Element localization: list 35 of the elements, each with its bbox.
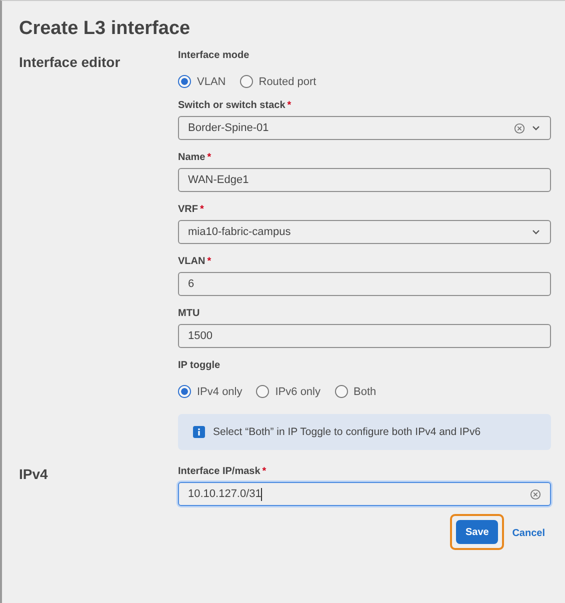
radio-icon[interactable] xyxy=(178,75,191,88)
field-label: Switch or switch stack * xyxy=(178,100,292,111)
chevron-down-icon[interactable] xyxy=(531,227,541,237)
cancel-link[interactable]: Cancel xyxy=(512,528,545,539)
field-label: Interface IP/mask * xyxy=(178,466,268,477)
radio-icon[interactable] xyxy=(178,385,191,398)
clear-icon[interactable] xyxy=(514,122,525,134)
radio-option[interactable]: IPv4 only xyxy=(178,385,242,398)
info-text: Select “Both” in IP Toggle to configure both IPv4 and IPv6 xyxy=(213,426,481,438)
chevron-down-icon[interactable] xyxy=(531,123,541,133)
field-label: MTU xyxy=(178,308,201,319)
radio-option[interactable]: Both xyxy=(334,385,376,398)
radio-icon[interactable] xyxy=(256,385,270,398)
radio-icon[interactable] xyxy=(240,75,253,88)
field-label: IP toggle xyxy=(178,360,222,371)
select-field[interactable]: Border-Spine-01 xyxy=(178,116,551,140)
dialog-title: Create L3 interface xyxy=(19,18,192,40)
field-label: VLAN * xyxy=(178,256,212,267)
radio-icon[interactable] xyxy=(334,385,348,398)
field-label: VRF * xyxy=(178,204,205,215)
section-heading: Interface editor xyxy=(19,53,122,72)
info-icon xyxy=(193,426,205,438)
input-field[interactable]: 6 xyxy=(178,272,551,296)
clear-icon[interactable] xyxy=(530,488,541,500)
input-field[interactable]: WAN-Edge1 xyxy=(178,168,551,192)
radio-option[interactable]: IPv6 only xyxy=(256,385,320,398)
section-heading: IPv4 xyxy=(19,466,49,484)
field-label: Name * xyxy=(178,152,212,163)
field-label: Interface mode xyxy=(178,50,250,61)
radio-option[interactable]: Routed port xyxy=(240,75,316,88)
save-button[interactable]: Save xyxy=(456,520,498,544)
select-field[interactable]: mia10-fabric-campus xyxy=(178,220,551,244)
radio-option[interactable]: VLAN xyxy=(178,75,226,88)
input-field[interactable]: 1500 xyxy=(178,324,551,348)
input-field[interactable]: 10.10.127.0/31 xyxy=(178,482,551,506)
